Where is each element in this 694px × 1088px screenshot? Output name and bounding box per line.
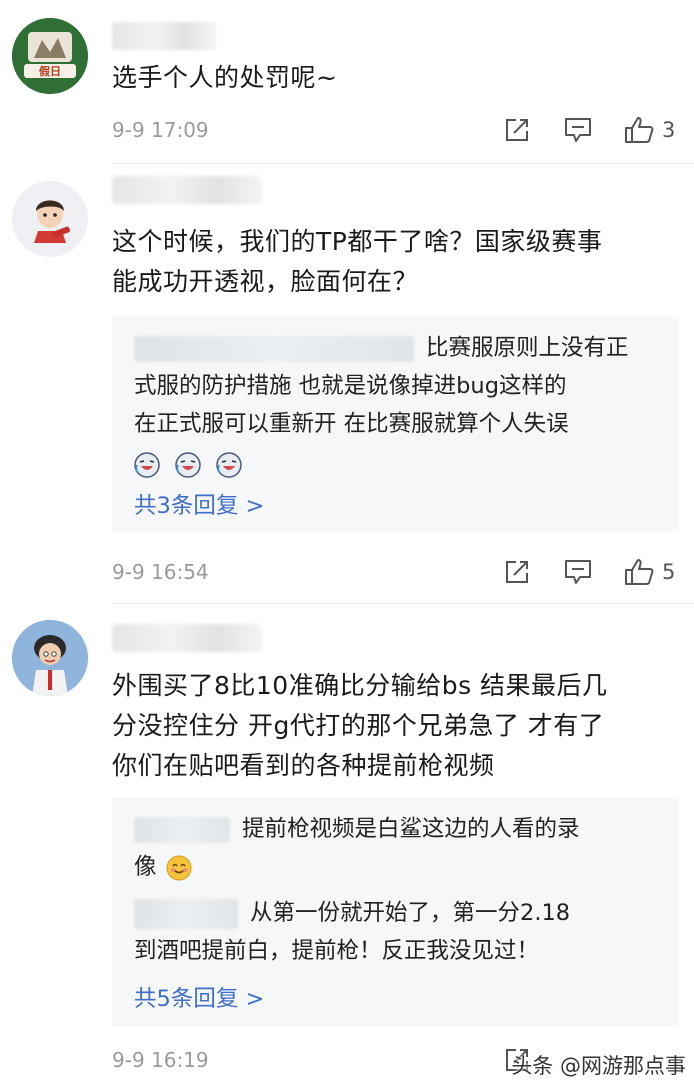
like-count: 3: [662, 118, 676, 142]
reply-item: 从第一份就开始了，第一分2.18: [134, 895, 664, 931]
comment-text-line: 你们在贴吧看到的各种提前枪视频: [112, 751, 495, 780]
reply-text-line: 式服的防护措施 也就是说像掉进bug这样的: [134, 373, 567, 399]
comment-text: 选手个人的处罚呢~: [112, 63, 338, 92]
reply-item: 提前枪视频是白鲨这边的人看的录: [134, 811, 664, 847]
username-blurred[interactable]: [112, 176, 262, 204]
avatar-image-icon: 假日: [12, 18, 88, 94]
username-blurred[interactable]: [112, 22, 216, 50]
comment-button[interactable]: [564, 556, 592, 588]
like-button[interactable]: 3: [624, 114, 675, 146]
reply-preview-box[interactable]: 比赛服原则上没有正 式服的防护措施 也就是说像掉进bug这样的 在正式服可以重新…: [112, 316, 678, 532]
avatar[interactable]: [12, 181, 88, 257]
comment-meta: 9-9 17:09 3: [112, 112, 682, 148]
thumbs-up-icon: [625, 117, 654, 143]
comment-icon: [565, 560, 591, 584]
like-count: 5: [662, 560, 676, 584]
comment-meta: 9-9 16:54 5: [112, 554, 682, 590]
thumbs-up-icon: [625, 559, 654, 585]
comment-text-line: 这个时候，我们的TP都干了啥？国家级赛事: [112, 227, 603, 256]
share-icon: [506, 119, 528, 141]
reply-text: 从第一份就开始了，第一分2.18: [250, 900, 571, 926]
comment-text: 外围买了8比10准确比分输给bs 结果最后几 分没控住分 开g代打的那个兄弟急了…: [112, 666, 678, 786]
smile-emoji-icon: [166, 855, 192, 880]
reply-text: 提前枪视频是白鲨这边的人看的录: [242, 816, 580, 842]
comment-text-line: 分没控住分 开g代打的那个兄弟急了 才有了: [112, 711, 605, 740]
comment-item-3: 外围买了8比10准确比分输给bs 结果最后几 分没控住分 开g代打的那个兄弟急了…: [0, 604, 694, 1088]
comment-text-line: 外围买了8比10准确比分输给bs 结果最后几: [112, 671, 608, 700]
comment-icon: [565, 118, 591, 142]
reply-text-line: 像: [134, 849, 664, 885]
timestamp: 9-9 16:54: [112, 560, 209, 584]
share-button[interactable]: [504, 114, 530, 146]
laughing-emoji-icon: [216, 451, 243, 478]
view-replies-link[interactable]: 共5条回复 >: [134, 981, 264, 1017]
timestamp: 9-9 17:09: [112, 118, 209, 142]
watermark: 头条 @网游那点事: [511, 1054, 686, 1078]
avatar[interactable]: 假日: [12, 18, 88, 94]
comment-text-line: 能成功开透视，脸面何在？: [112, 267, 419, 296]
reply-item: 比赛服原则上没有正: [134, 330, 664, 366]
reply-text-line: 在正式服可以重新开 在比赛服就算个人失误: [134, 411, 569, 437]
reply-text: 比赛服原则上没有正: [426, 335, 629, 361]
view-replies-link[interactable]: 共3条回复 >: [134, 488, 264, 524]
comment-text: 这个时候，我们的TP都干了啥？国家级赛事 能成功开透视，脸面何在？: [112, 222, 678, 302]
svg-text:假日: 假日: [39, 64, 61, 78]
comment-item-2: 这个时候，我们的TP都干了啥？国家级赛事 能成功开透视，脸面何在？ 比赛服原则上…: [0, 164, 694, 604]
username-blurred[interactable]: [112, 624, 262, 652]
comment-button[interactable]: [564, 114, 592, 146]
reply-username-blurred[interactable]: [134, 335, 414, 362]
laughing-emoji-icon: [175, 451, 201, 478]
like-button[interactable]: 5: [624, 556, 675, 588]
reply-username-blurred[interactable]: [134, 898, 238, 929]
share-icon: [506, 561, 528, 583]
reply-preview-box[interactable]: 提前枪视频是白鲨这边的人看的录 像 从第一份就开始了，第一分2.18 到酒吧提前…: [112, 797, 678, 1027]
reply-text: 像: [134, 854, 157, 880]
avatar-image-icon: [12, 181, 88, 257]
comment-item-1: 假日 选手个人的处罚呢~ 9-9 17:09 3: [0, 0, 694, 163]
reply-text-line: 到酒吧提前白，提前枪！反正我没见过！: [134, 938, 540, 964]
avatar-image-icon: [12, 620, 88, 696]
avatar[interactable]: [12, 620, 88, 696]
reply-username-blurred[interactable]: [134, 816, 230, 843]
reply-emoji-row: [134, 446, 664, 482]
share-button[interactable]: [504, 556, 530, 588]
laughing-emoji-icon: [134, 451, 160, 478]
timestamp: 9-9 16:19: [112, 1048, 209, 1072]
